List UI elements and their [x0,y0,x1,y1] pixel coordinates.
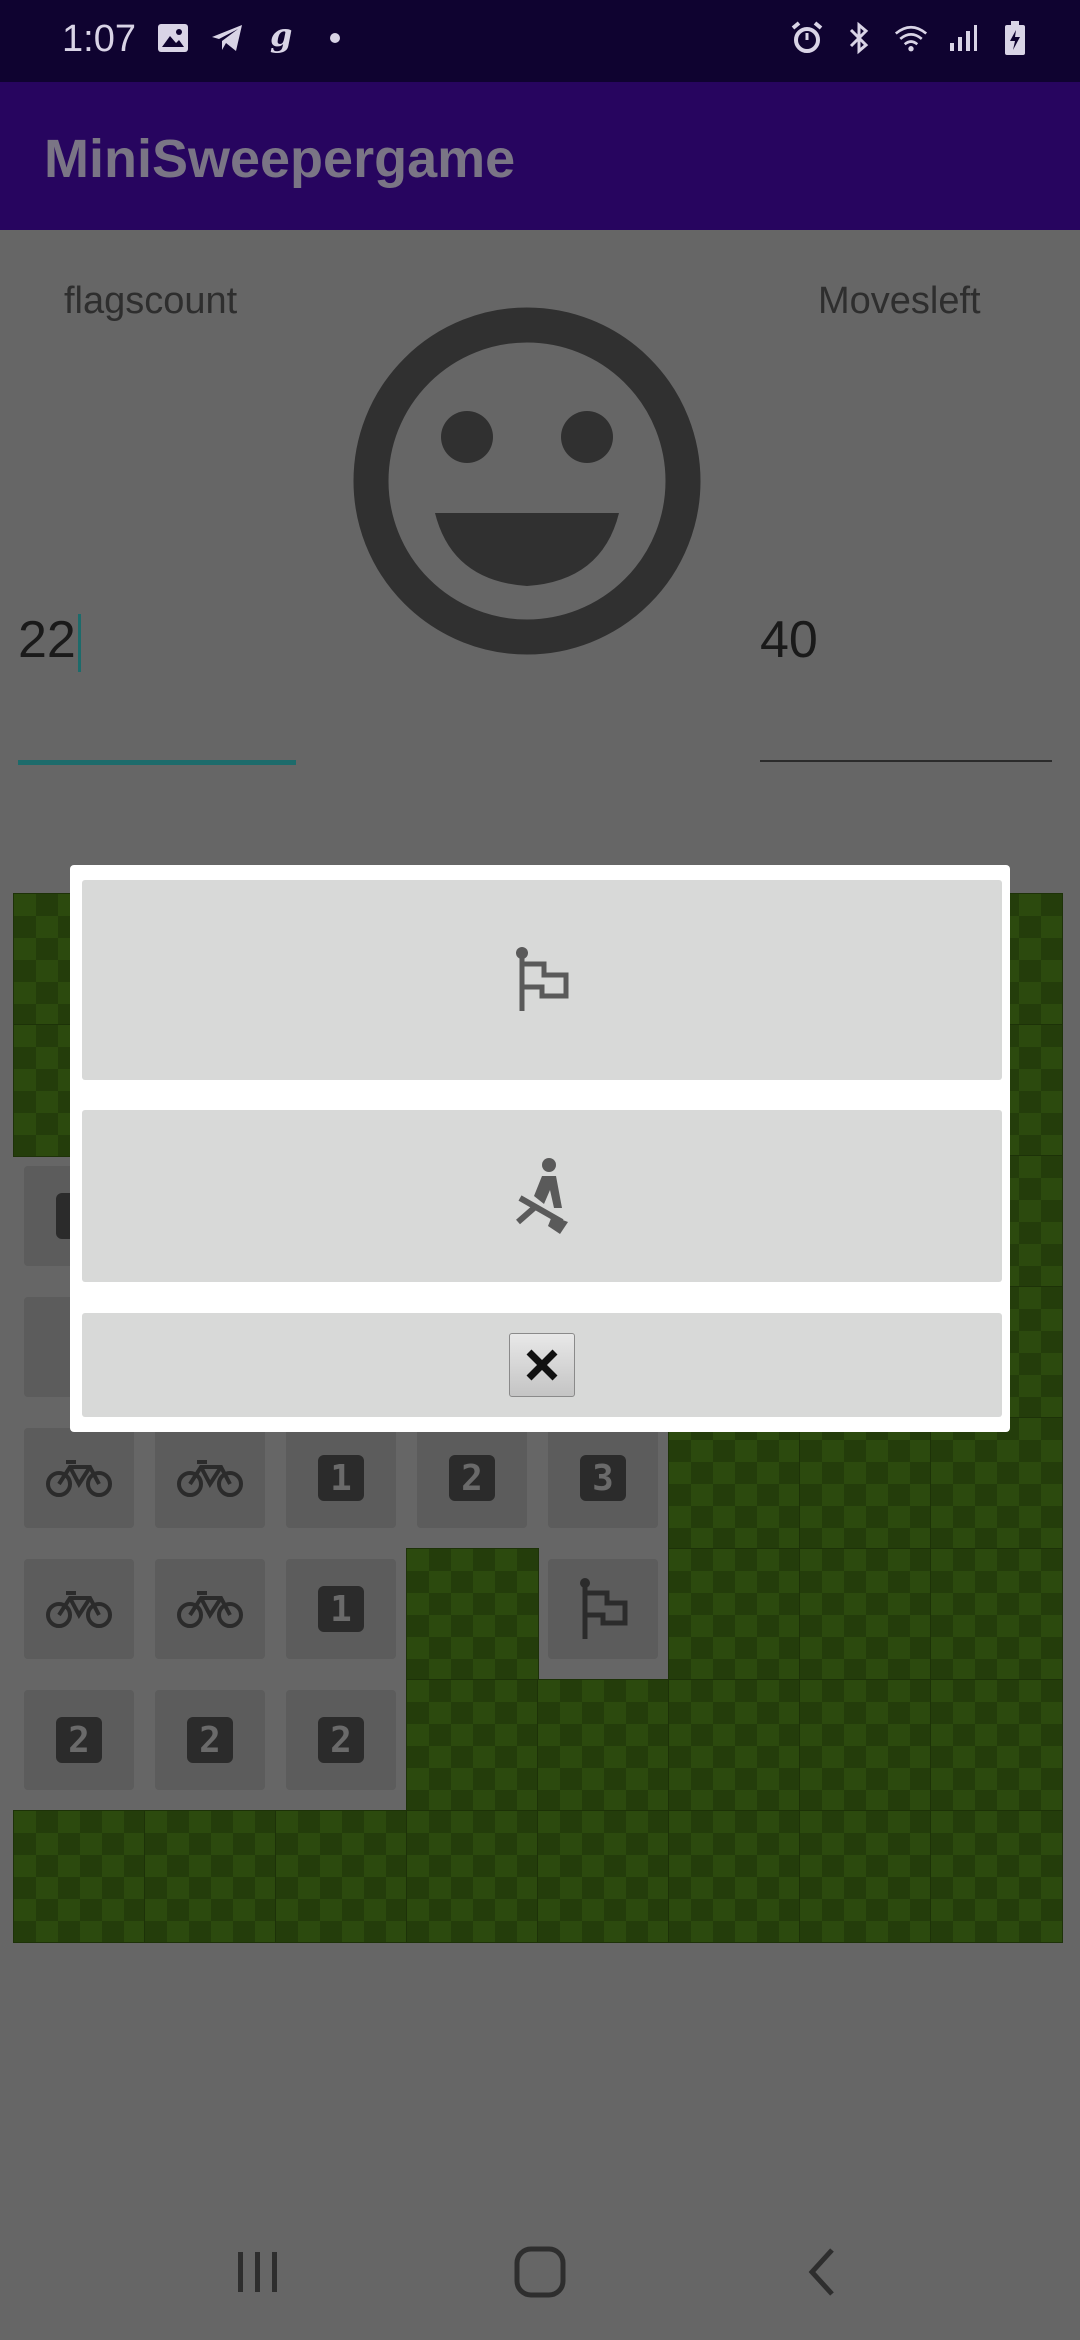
telegram-icon [210,20,244,56]
app-title: MiniSweepergame [44,129,516,189]
alarm-icon [790,20,824,56]
status-bar: 1:07 g [0,0,1080,82]
status-time: 1:07 [62,18,136,60]
revealed-tile[interactable]: 1 [276,1418,407,1549]
app-bar: MiniSweepergame [0,82,1080,230]
hidden-tile[interactable] [799,1417,932,1550]
revealed-tile[interactable]: 1 [276,1549,407,1680]
hidden-tile[interactable] [537,1810,670,1943]
number-icon: 2 [449,1455,495,1501]
status-right-icons [790,20,1032,56]
number-icon: 1 [318,1455,364,1501]
flag-icon [580,1578,628,1639]
hidden-tile[interactable] [799,1810,932,1943]
hidden-tile[interactable] [668,1679,801,1812]
bike-icon [177,1460,243,1497]
moves-left-value: 40 [760,611,818,669]
image-icon [156,20,190,56]
close-icon [526,1349,558,1381]
number-icon: 2 [187,1717,233,1763]
flag-button[interactable] [82,880,1002,1080]
revealed-tile[interactable] [145,1418,276,1549]
revealed-tile[interactable]: 2 [145,1680,276,1811]
flags-count-label: flagscount [64,280,238,322]
flags-count-value: 22 [18,610,81,673]
hidden-tile[interactable] [930,1679,1063,1812]
number-icon: 2 [56,1717,102,1763]
recent-apps-icon[interactable] [228,2242,288,2302]
revealed-tile[interactable] [14,1418,145,1549]
hidden-tile[interactable] [930,1417,1063,1550]
bike-icon [46,1460,112,1497]
moves-left-label: Movesleft [818,280,981,322]
home-icon[interactable] [510,2242,570,2302]
number-icon: 1 [318,1586,364,1632]
number-icon: 3 [580,1455,626,1501]
revealed-tile[interactable]: 2 [276,1680,407,1811]
wifi-icon [894,20,928,56]
hidden-tile[interactable] [668,1417,801,1550]
back-icon[interactable] [792,2242,852,2302]
hidden-tile[interactable] [930,1810,1063,1943]
flag-icon [516,947,569,1011]
hidden-tile[interactable] [406,1810,539,1943]
battery-icon [998,20,1032,56]
g-icon: g [264,20,298,56]
action-dialog [70,865,1010,1432]
revealed-tile[interactable]: 3 [538,1418,669,1549]
revealed-tile[interactable] [14,1549,145,1680]
number-icon: 2 [318,1717,364,1763]
hidden-tile[interactable] [13,1810,146,1943]
hidden-tile[interactable] [275,1810,408,1943]
hidden-tile[interactable] [668,1810,801,1943]
dot-icon [318,20,352,56]
hidden-tile[interactable] [799,1548,932,1681]
close-button[interactable] [82,1313,1002,1417]
hidden-tile[interactable] [668,1548,801,1681]
moves-left-field[interactable]: 40 [760,610,1052,770]
hidden-tile[interactable] [144,1810,277,1943]
bike-icon [46,1591,112,1628]
hidden-tile[interactable] [930,1548,1063,1681]
hidden-tile[interactable] [537,1679,670,1812]
status-left-icons: g [156,20,352,56]
bike-icon [177,1591,243,1628]
revealed-tile[interactable]: 2 [407,1418,538,1549]
hidden-tile[interactable] [406,1679,539,1812]
dig-icon [516,1158,568,1234]
smiley-reset-button[interactable] [352,306,702,656]
signal-icon [946,20,980,56]
hidden-tile[interactable] [406,1548,539,1681]
svg-text:g: g [270,20,292,54]
dig-button[interactable] [82,1110,1002,1282]
hidden-tile[interactable] [799,1679,932,1812]
revealed-tile[interactable] [145,1549,276,1680]
bluetooth-icon [842,20,876,56]
navigation-bar [0,2200,1080,2340]
revealed-tile[interactable]: 2 [14,1680,145,1811]
close-icon-box [509,1333,575,1397]
flags-count-field[interactable]: 22 [18,610,296,765]
revealed-tile[interactable] [538,1549,669,1680]
